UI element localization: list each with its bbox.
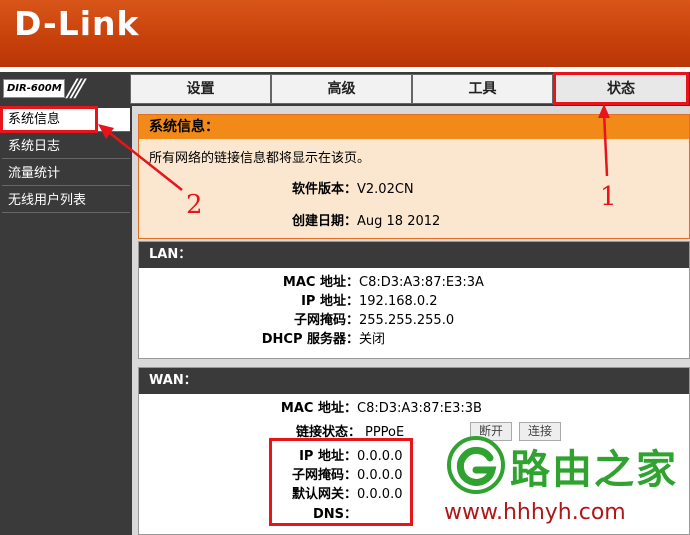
sysinfo-description: 所有网络的链接信息都将显示在该页。 bbox=[149, 151, 371, 166]
firmware-value: V2.02CN bbox=[357, 182, 414, 197]
sysinfo-panel: 系统信息： 所有网络的链接信息都将显示在该页。 软件版本： V2.02CN 创建… bbox=[138, 114, 690, 239]
lan-title: LAN： bbox=[139, 242, 689, 268]
watermark-text: 路由之家 bbox=[510, 447, 678, 493]
sidebar-item-traffic-stats[interactable]: 流量统计 bbox=[2, 162, 130, 186]
watermark-url: www.hhhyh.com bbox=[444, 500, 626, 525]
firmware-label: 软件版本： bbox=[291, 182, 357, 197]
lan-ip-value: 192.168.0.2 bbox=[359, 294, 438, 309]
tab-setup[interactable]: 设置 bbox=[130, 74, 271, 104]
lan-mask-label: 子网掩码： bbox=[293, 313, 359, 328]
model-label: DIR-600M bbox=[3, 79, 65, 98]
lan-dhcp-label: DHCP 服务器： bbox=[261, 332, 359, 347]
sidebar-item-wireless-clients[interactable]: 无线用户列表 bbox=[2, 189, 130, 213]
lan-mask-value: 255.255.255.0 bbox=[359, 313, 455, 328]
header-banner: D-Link bbox=[0, 0, 690, 67]
wan-title: WAN： bbox=[139, 368, 689, 394]
build-date-value: Aug 18 2012 bbox=[357, 214, 441, 229]
lan-mask-row: 子网掩码： 255.255.255.0 bbox=[139, 312, 690, 330]
lan-ip-label: IP 地址： bbox=[301, 294, 359, 309]
lan-ip-row: IP 地址： 192.168.0.2 bbox=[139, 293, 690, 311]
build-date-label: 创建日期： bbox=[291, 214, 357, 229]
dlink-logo: D-Link bbox=[14, 4, 140, 43]
annotation-box-system-info bbox=[0, 106, 98, 133]
annotation-box-wan-ip bbox=[269, 438, 413, 526]
lan-dhcp-row: DHCP 服务器： 关闭 bbox=[139, 331, 690, 349]
tab-advanced[interactable]: 高级 bbox=[271, 74, 412, 104]
sysinfo-title: 系统信息： bbox=[139, 115, 689, 139]
lan-mac-label: MAC 地址： bbox=[282, 275, 359, 290]
lan-panel: LAN： MAC 地址： C8:D3:A3:87:E3:3A IP 地址： 19… bbox=[138, 241, 690, 359]
annotation-box-status-tab bbox=[553, 72, 689, 105]
lan-dhcp-value: 关闭 bbox=[359, 332, 386, 347]
annotation-number-1: 1 bbox=[600, 182, 617, 212]
sidebar-item-system-log[interactable]: 系统日志 bbox=[2, 135, 130, 159]
slash-decoration: /// bbox=[64, 74, 85, 102]
lan-mac-row: MAC 地址： C8:D3:A3:87:E3:3A bbox=[139, 274, 690, 292]
wan-mac-value: C8:D3:A3:87:E3:3B bbox=[357, 401, 482, 416]
build-date-row: 创建日期： Aug 18 2012 bbox=[139, 213, 690, 231]
wan-mac-label: MAC 地址： bbox=[280, 401, 357, 416]
tab-tools[interactable]: 工具 bbox=[412, 74, 553, 104]
lan-mac-value: C8:D3:A3:87:E3:3A bbox=[359, 275, 484, 290]
watermark-logo-icon bbox=[447, 436, 505, 494]
wan-mac-row: MAC 地址： C8:D3:A3:87:E3:3B bbox=[139, 400, 690, 418]
annotation-number-2: 2 bbox=[186, 190, 203, 220]
sidebar: 系统信息 系统日志 流量统计 无线用户列表 bbox=[0, 106, 132, 535]
